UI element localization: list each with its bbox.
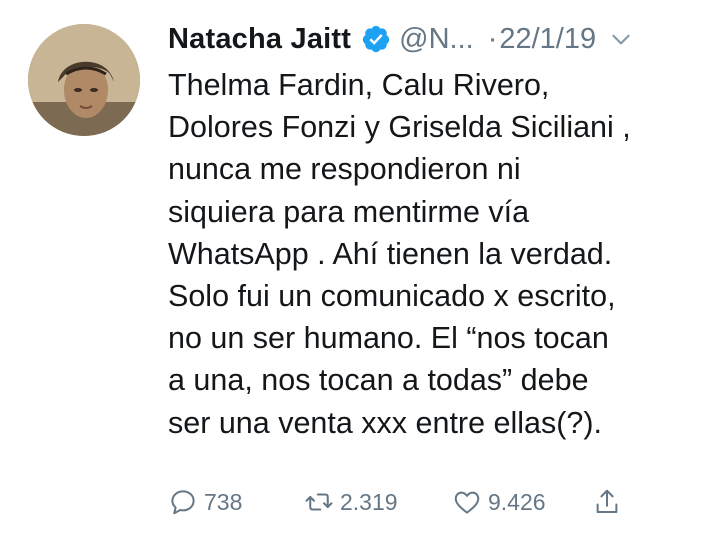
share-button[interactable] <box>592 487 622 517</box>
tweet-date[interactable]: 22/1/19 <box>499 23 596 56</box>
like-count: 9.426 <box>488 488 546 515</box>
separator-dot: · <box>487 22 498 55</box>
retweet-count: 2.319 <box>340 488 398 515</box>
retweet-button[interactable]: 2.319 <box>304 487 398 517</box>
author-name[interactable]: Natacha Jaitt <box>168 23 351 56</box>
retweet-icon <box>305 493 333 511</box>
like-icon <box>454 491 480 514</box>
tweet-text: Thelma Fardin, Calu Rivero, Dolores Fonz… <box>168 68 631 440</box>
tweet[interactable]: Natacha Jaitt @N... · 22/1/19 Thelma Far… <box>0 0 720 544</box>
chevron-down-icon[interactable] <box>608 26 634 52</box>
reply-button[interactable]: 738 <box>168 487 242 517</box>
tweet-actions: 738 2.319 9.426 <box>168 482 702 522</box>
share-icon <box>596 489 618 513</box>
avatar[interactable] <box>28 24 140 136</box>
verified-badge-icon <box>361 24 391 54</box>
tweet-header: Natacha Jaitt @N... · 22/1/19 <box>168 18 702 60</box>
reply-icon <box>171 490 195 515</box>
reply-count: 738 <box>204 488 243 515</box>
like-button[interactable]: 9.426 <box>452 487 546 517</box>
author-handle[interactable]: @N... <box>399 23 474 56</box>
